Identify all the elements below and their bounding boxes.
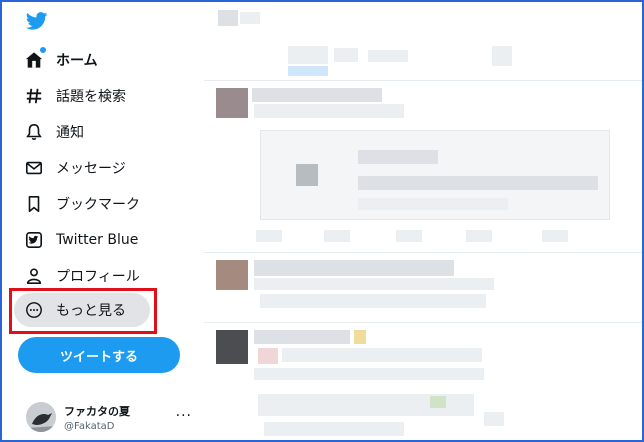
blurred-block: [254, 330, 350, 344]
blurred-block: [254, 278, 494, 290]
blurred-block: [256, 230, 282, 242]
timeline: [204, 2, 642, 440]
sidebar-item-twitter-blue[interactable]: Twitter Blue: [14, 223, 148, 257]
blurred-block: [264, 422, 404, 436]
sidebar-item-label: プロフィール: [56, 269, 140, 285]
divider: [204, 80, 642, 81]
blurred-block: [254, 104, 404, 118]
sidebar-item-notifications[interactable]: 通知: [14, 115, 94, 149]
person-icon: [24, 266, 44, 286]
blurred-block: [358, 176, 598, 190]
sidebar-item-label: Twitter Blue: [56, 232, 139, 248]
blurred-block: [252, 88, 382, 102]
blurred-block: [368, 50, 408, 62]
blurred-block: [466, 230, 492, 242]
sidebar-item-label: 通知: [56, 125, 84, 141]
blurred-block: [258, 348, 278, 364]
blurred-block: [260, 294, 486, 308]
blurred-block: [358, 150, 438, 164]
blurred-avatar: [216, 88, 248, 118]
sidebar-item-bookmarks[interactable]: ブックマーク: [14, 187, 150, 221]
sidebar-item-messages[interactable]: メッセージ: [14, 151, 136, 185]
divider: [204, 322, 642, 323]
blurred-block: [358, 198, 508, 210]
blurred-block: [282, 348, 482, 362]
blurred-block: [492, 46, 512, 66]
hashtag-icon: [24, 86, 44, 106]
blurred-block: [396, 230, 422, 242]
blurred-block: [354, 330, 366, 344]
blurred-block: [240, 12, 260, 24]
twitter-logo-icon[interactable]: [25, 12, 48, 30]
avatar: [26, 402, 56, 432]
tweet-button[interactable]: ツイートする: [18, 337, 180, 373]
account-name: ファカタの夏: [64, 404, 130, 418]
sidebar-item-label: ホーム: [56, 53, 98, 69]
blurred-block: [296, 164, 318, 186]
blurred-block: [334, 48, 358, 62]
bell-icon: [24, 122, 44, 142]
bookmark-icon: [24, 194, 44, 214]
blurred-block: [324, 230, 350, 242]
account-switcher[interactable]: ファカタの夏 @FakataD ···: [26, 398, 198, 436]
sidebar: ホーム 話題を検索 通知 メッセージ ブックマーク Twitter Blue プ…: [2, 2, 202, 440]
highlight-box: [9, 288, 157, 334]
sidebar-item-explore[interactable]: 話題を検索: [14, 79, 136, 113]
sidebar-item-label: メッセージ: [56, 161, 126, 177]
blurred-block: [430, 396, 446, 408]
more-icon[interactable]: ···: [176, 408, 192, 424]
blurred-block: [484, 412, 504, 426]
home-icon: [24, 47, 46, 70]
sidebar-item-label: ブックマーク: [56, 197, 140, 213]
blurred-block: [542, 230, 568, 242]
sidebar-item-label: 話題を検索: [56, 89, 126, 105]
blurred-block: [288, 46, 328, 64]
blurred-block: [288, 66, 328, 76]
twitter-blue-icon: [24, 230, 44, 250]
envelope-icon: [24, 158, 44, 178]
blurred-block: [218, 10, 238, 26]
blurred-avatar: [216, 330, 248, 364]
blurred-block: [254, 260, 454, 276]
blurred-avatar: [216, 260, 248, 290]
account-handle: @FakataD: [64, 420, 115, 432]
blurred-block: [254, 368, 484, 380]
divider: [204, 252, 642, 253]
sidebar-item-home[interactable]: ホーム: [14, 43, 108, 77]
notification-dot: [40, 47, 46, 53]
